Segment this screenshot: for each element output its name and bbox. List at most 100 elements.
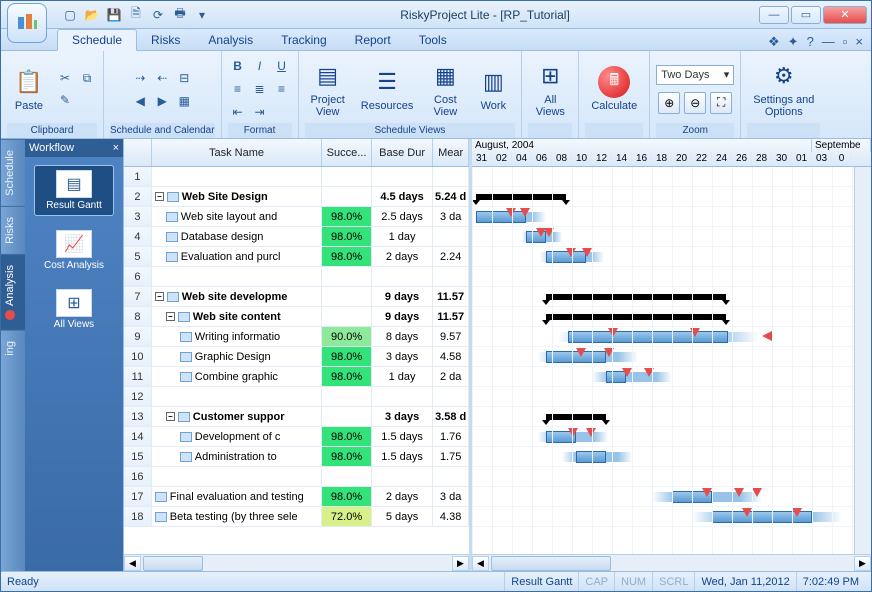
wf-cost-analysis[interactable]: 📈Cost Analysis <box>34 226 114 275</box>
table-row[interactable]: 4Database design98.0%1 day <box>124 227 469 247</box>
risk-marker-icon[interactable] <box>586 428 596 437</box>
table-row[interactable]: 7−Web site developme9 days11.57 <box>124 287 469 307</box>
italic-button[interactable]: I <box>250 56 270 76</box>
unlink-icon[interactable]: ⇠ <box>152 68 172 88</box>
resources-button[interactable]: ☰Resources <box>355 62 420 116</box>
table-row[interactable]: 10Graphic Design98.0%3 days4.58 <box>124 347 469 367</box>
maximize-button[interactable]: ▭ <box>791 6 821 24</box>
zoom-dropdown[interactable]: Two Days▾ <box>656 65 734 85</box>
table-row[interactable]: 16 <box>124 467 469 487</box>
cut-icon[interactable]: ✂ <box>55 68 75 88</box>
qat-print-icon[interactable]: 🖶 <box>171 6 189 24</box>
collapse-icon[interactable]: − <box>155 292 164 301</box>
table-row[interactable]: 1 <box>124 167 469 187</box>
help-whatsthis-icon[interactable]: ✦ <box>788 34 799 50</box>
table-row[interactable]: 18Beta testing (by three sele72.0%5 days… <box>124 507 469 527</box>
mdi-restore-icon[interactable]: ▫ <box>843 34 848 50</box>
table-row[interactable]: 15Administration to98.0%1.5 days1.75 <box>124 447 469 467</box>
settings-button[interactable]: ⚙Settings and Options <box>747 56 820 122</box>
calendar-btn-icon[interactable]: ▦ <box>174 91 194 111</box>
table-row[interactable]: 12 <box>124 387 469 407</box>
risk-marker-icon[interactable] <box>792 508 802 517</box>
table-row[interactable]: 9Writing informatio90.0%8 days9.57 <box>124 327 469 347</box>
summary-bar[interactable] <box>546 294 726 300</box>
table-row[interactable]: 14Development of c98.0%1.5 days1.76 <box>124 427 469 447</box>
indent-icon[interactable]: ⇥ <box>250 102 270 122</box>
tab-tracking[interactable]: Tracking <box>267 30 341 50</box>
table-row[interactable]: 17Final evaluation and testing98.0%2 day… <box>124 487 469 507</box>
mdi-close-icon[interactable]: × <box>855 34 863 50</box>
sidetab-ing[interactable]: ing <box>1 330 25 366</box>
tab-risks[interactable]: Risks <box>137 30 194 50</box>
risk-marker-icon[interactable] <box>702 488 712 497</box>
mdi-minimize-icon[interactable]: ― <box>822 34 835 50</box>
scroll-thumb[interactable] <box>143 556 203 571</box>
tab-analysis[interactable]: Analysis <box>194 30 267 50</box>
risk-marker-icon[interactable] <box>520 208 530 217</box>
calculate-button[interactable]: 🖩Calculate <box>585 62 643 116</box>
align-center-icon[interactable]: ≣ <box>250 79 270 99</box>
risk-marker-icon[interactable] <box>752 488 762 497</box>
grid-h-scrollbar[interactable]: ◀ ▶ <box>124 554 469 571</box>
app-orb-button[interactable] <box>7 3 47 43</box>
qat-refresh-icon[interactable]: ⟳ <box>149 6 167 24</box>
risk-marker-icon[interactable] <box>576 348 586 357</box>
indent-right-icon[interactable]: ▶ <box>152 91 172 111</box>
grid-body[interactable]: 12−Web Site Design4.5 days5.24 d3Web sit… <box>124 167 469 554</box>
wf-result-gantt[interactable]: ▤Result Gantt <box>34 165 114 216</box>
tab-tools[interactable]: Tools <box>405 30 461 50</box>
sidetab-risks[interactable]: Risks <box>1 206 25 254</box>
table-row[interactable]: 11Combine graphic98.0%1 day2 da <box>124 367 469 387</box>
bold-button[interactable]: B <box>228 56 248 76</box>
risk-arrow-icon[interactable] <box>762 331 772 341</box>
col-num-header[interactable] <box>124 139 152 166</box>
split-icon[interactable]: ⊟ <box>174 68 194 88</box>
gantt-scroll-left-icon[interactable]: ◀ <box>472 556 489 571</box>
paste-button[interactable]: 📋Paste <box>7 62 51 116</box>
gantt-scroll-thumb[interactable] <box>491 556 611 571</box>
risk-marker-icon[interactable] <box>506 208 516 217</box>
collapse-icon[interactable]: − <box>166 312 175 321</box>
all-views-button[interactable]: ⊞All Views <box>528 56 572 122</box>
qat-saveas-icon[interactable]: 🗎 <box>127 6 145 24</box>
qat-save-icon[interactable]: 💾 <box>105 6 123 24</box>
zoom-out-icon[interactable]: ⊖ <box>684 92 706 114</box>
zoom-in-icon[interactable]: ⊕ <box>658 92 680 114</box>
risk-marker-icon[interactable] <box>622 368 632 377</box>
format-painter-icon[interactable]: ✎ <box>55 90 75 110</box>
qat-dropdown-icon[interactable]: ▾ <box>193 6 211 24</box>
help-icon[interactable]: ? <box>807 34 814 50</box>
wf-all-views[interactable]: ⊞All Views <box>34 285 114 334</box>
help-book-icon[interactable]: ❖ <box>768 34 780 50</box>
zoom-fit-icon[interactable]: ⛶ <box>710 92 732 114</box>
outdent-icon[interactable]: ⇤ <box>228 102 248 122</box>
summary-bar[interactable] <box>546 314 726 320</box>
risk-marker-icon[interactable] <box>582 248 592 257</box>
sidetab-analysis[interactable]: Analysis <box>1 254 25 330</box>
project-view-button[interactable]: ▤Project View <box>305 56 351 122</box>
close-button[interactable]: ✕ <box>823 6 867 24</box>
table-row[interactable]: 13−Customer suppor3 days3.58 d <box>124 407 469 427</box>
risk-marker-icon[interactable] <box>608 328 618 337</box>
qat-open-icon[interactable]: 📂 <box>83 6 101 24</box>
workflow-close-icon[interactable]: × <box>113 142 119 154</box>
cost-view-button[interactable]: ▦Cost View <box>423 56 467 122</box>
align-left-icon[interactable]: ≡ <box>228 79 248 99</box>
collapse-icon[interactable]: − <box>166 412 175 421</box>
col-dur-header[interactable]: Base Dur <box>372 139 433 166</box>
copy-icon[interactable]: ⧉ <box>77 68 97 88</box>
risk-marker-icon[interactable] <box>742 508 752 517</box>
scroll-left-icon[interactable]: ◀ <box>124 556 141 571</box>
summary-bar[interactable] <box>546 414 606 420</box>
sidetab-schedule[interactable]: Schedule <box>1 139 25 206</box>
table-row[interactable]: 8−Web site content9 days11.57 <box>124 307 469 327</box>
col-succ-header[interactable]: Succe... <box>322 139 372 166</box>
gantt-v-scrollbar[interactable] <box>854 167 871 554</box>
tab-schedule[interactable]: Schedule <box>57 29 137 51</box>
align-right-icon[interactable]: ≡ <box>272 79 292 99</box>
outdent-left-icon[interactable]: ◀ <box>130 91 150 111</box>
gantt-scroll-right-icon[interactable]: ▶ <box>854 556 871 571</box>
task-bar[interactable] <box>576 451 606 463</box>
task-bar[interactable] <box>476 211 526 223</box>
table-row[interactable]: 5Evaluation and purcl98.0%2 days2.24 <box>124 247 469 267</box>
